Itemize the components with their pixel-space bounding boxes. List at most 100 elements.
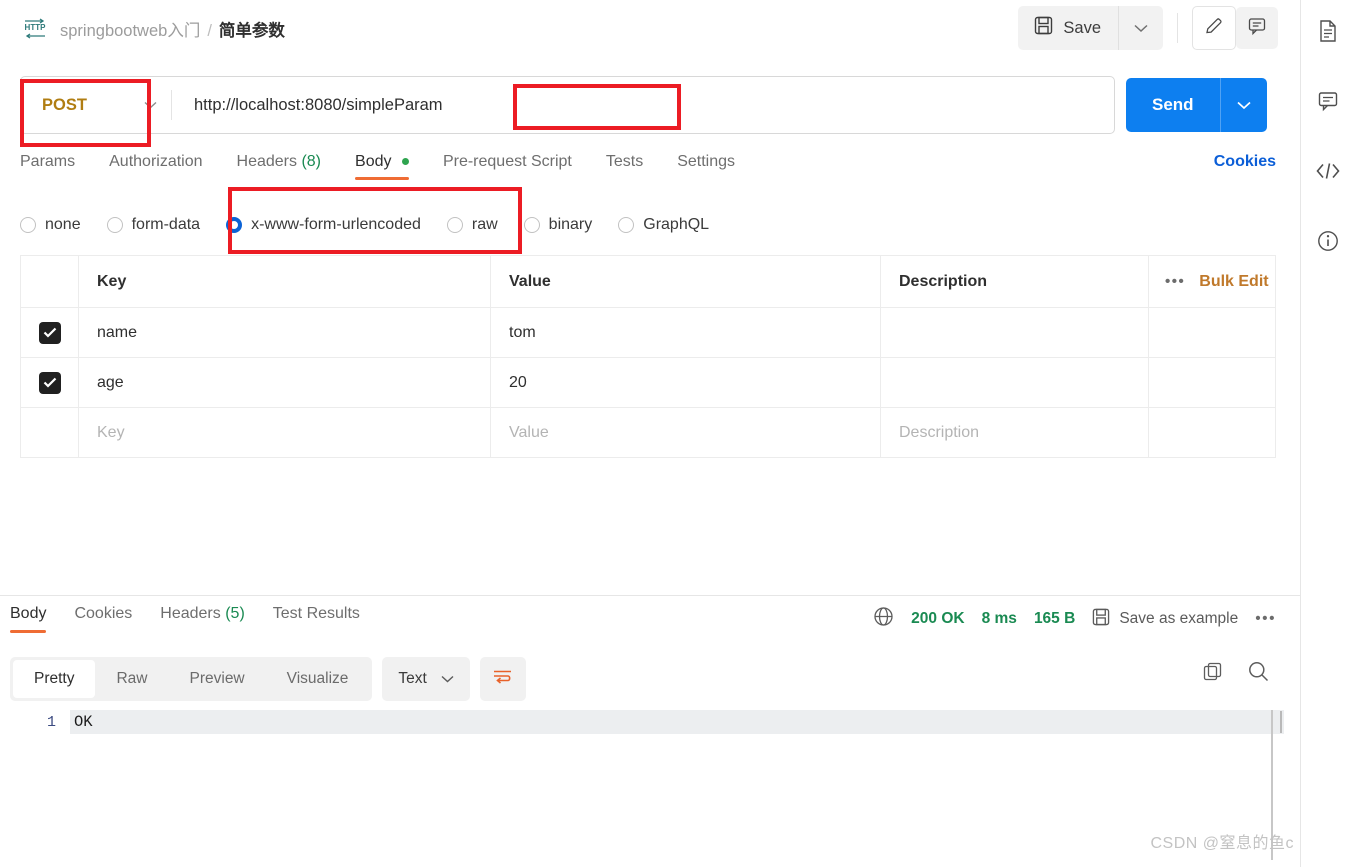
response-more-options-icon[interactable]: ••• [1255, 610, 1276, 628]
chevron-down-icon [441, 670, 454, 688]
line-number: 1 [46, 713, 56, 731]
table-placeholder-row[interactable]: Key Value Description [21, 408, 1275, 457]
row-description-input[interactable] [881, 308, 1149, 357]
comment-request-button[interactable] [1236, 7, 1278, 49]
response-tab-headers[interactable]: Headers (5) [160, 605, 245, 633]
table-row[interactable]: name tom [21, 308, 1275, 358]
send-options-dropdown[interactable] [1219, 78, 1267, 132]
response-size: 165 B [1033, 610, 1076, 627]
info-icon [1316, 229, 1340, 258]
body-modified-dot-icon [401, 158, 409, 166]
row-description-input[interactable] [881, 358, 1149, 407]
view-pretty-button[interactable]: Pretty [13, 660, 96, 698]
row-key-input[interactable]: age [79, 358, 491, 407]
row-value-input[interactable]: tom [491, 308, 881, 357]
sidebar-item-comments[interactable] [1307, 82, 1349, 124]
svg-text:HTTP: HTTP [25, 23, 47, 32]
save-as-example-button[interactable]: Save as example [1092, 608, 1238, 631]
breadcrumb-collection[interactable]: springbootweb入门 [60, 17, 200, 41]
tab-body[interactable]: Body [355, 153, 409, 180]
floppy-disk-icon [1092, 608, 1110, 631]
body-mode-binary[interactable]: binary [523, 216, 592, 234]
tab-pre-request-script[interactable]: Pre-request Script [443, 153, 572, 180]
tab-authorization-label: Authorization [109, 153, 203, 170]
status-code: 200 OK [911, 610, 965, 627]
view-preview-button[interactable]: Preview [169, 660, 266, 698]
tab-tests[interactable]: Tests [606, 153, 643, 180]
send-button-group: Send [1126, 78, 1267, 132]
word-wrap-toggle[interactable] [479, 657, 526, 701]
search-icon[interactable] [1247, 660, 1270, 688]
body-mode-graphql[interactable]: GraphQL [618, 216, 709, 234]
app-header: HTTP springbootweb入门 / 简单参数 Save [0, 0, 1300, 57]
new-row-value-input[interactable]: Value [491, 408, 881, 457]
line-content[interactable]: OK [70, 710, 1284, 734]
copy-icon[interactable] [1202, 661, 1223, 687]
response-right-tools [1202, 660, 1270, 688]
pencil-icon [1204, 16, 1224, 41]
bulk-edit-button[interactable]: Bulk Edit [1199, 273, 1268, 291]
checkbox-icon-checked[interactable] [38, 371, 61, 394]
header-divider [1177, 13, 1178, 43]
cookies-link[interactable]: Cookies [1214, 153, 1276, 171]
tab-tests-label: Tests [605, 153, 644, 170]
http-method-selector[interactable]: POST [21, 96, 171, 115]
save-button[interactable]: Save [1018, 6, 1118, 50]
table-row[interactable]: age 20 [21, 358, 1275, 408]
placeholder-checkbox-cell [21, 408, 79, 457]
body-mode-form-data[interactable]: form-data [106, 216, 200, 234]
code-line: 1 OK [0, 710, 1300, 734]
edit-request-button[interactable] [1192, 6, 1236, 50]
sidebar-item-documentation[interactable] [1307, 12, 1349, 54]
row-value-input[interactable]: 20 [491, 358, 881, 407]
radio-icon-raw [446, 217, 463, 233]
response-tab-body-label: Body [10, 605, 47, 622]
tab-params[interactable]: Params [20, 153, 75, 180]
row-checkbox-cell [21, 308, 79, 357]
tab-body-label: Body [355, 153, 392, 170]
new-row-key-input[interactable]: Key [79, 408, 491, 457]
body-mode-radio-group: none form-data x-www-form-urlencoded raw… [20, 210, 735, 240]
body-mode-none[interactable]: none [20, 216, 81, 234]
table-header-actions: ••• Bulk Edit [1149, 256, 1275, 307]
new-row-description-input[interactable]: Description [881, 408, 1149, 457]
view-raw-button[interactable]: Raw [95, 660, 168, 698]
send-button[interactable]: Send [1126, 78, 1220, 132]
chevron-down-icon [144, 96, 157, 114]
response-language-selector[interactable]: Text [382, 657, 470, 701]
radio-icon-none [20, 217, 36, 233]
body-mode-raw[interactable]: raw [446, 216, 498, 234]
radio-icon-graphql [618, 217, 635, 233]
tab-authorization[interactable]: Authorization [109, 153, 202, 180]
right-sidebar [1300, 0, 1354, 867]
table-more-options-icon[interactable]: ••• [1165, 273, 1185, 290]
tab-params-label: Params [20, 153, 76, 170]
body-mode-urlencoded-label: x-www-form-urlencoded [251, 216, 421, 233]
sidebar-item-code-snippet[interactable] [1307, 152, 1349, 194]
radio-icon-binary [523, 217, 540, 233]
view-visualize-button[interactable]: Visualize [266, 660, 370, 698]
save-button-label: Save [1063, 18, 1101, 37]
response-body-viewer[interactable]: 1 OK [0, 710, 1300, 867]
request-url-bar: POST http://localhost:8080/simpleParam [20, 76, 1115, 134]
tab-headers[interactable]: Headers (8) [237, 153, 322, 180]
response-tab-cookies[interactable]: Cookies [74, 605, 132, 633]
tab-settings[interactable]: Settings [677, 153, 735, 180]
row-key-input[interactable]: name [79, 308, 491, 357]
column-header-key: Key [79, 256, 491, 307]
header-check-cell [21, 256, 79, 307]
response-viewer-toolbar: Pretty Raw Preview Visualize Text [10, 657, 526, 701]
response-pane-divider [0, 595, 1300, 596]
save-options-dropdown[interactable] [1118, 6, 1163, 50]
response-tab-test-results[interactable]: Test Results [273, 605, 360, 633]
breadcrumb-current-request[interactable]: 简单参数 [219, 17, 285, 41]
response-time: 8 ms [981, 610, 1017, 627]
url-input[interactable]: http://localhost:8080/simpleParam [172, 96, 1114, 115]
checkbox-icon-checked[interactable] [38, 321, 61, 344]
floppy-disk-icon [1034, 16, 1053, 40]
request-tabs: Params Authorization Headers (8) Body Pr… [20, 153, 1276, 191]
column-header-description: Description [881, 256, 1149, 307]
response-tab-body[interactable]: Body [10, 605, 47, 633]
sidebar-item-info[interactable] [1307, 222, 1349, 264]
body-mode-urlencoded[interactable]: x-www-form-urlencoded [226, 216, 421, 234]
